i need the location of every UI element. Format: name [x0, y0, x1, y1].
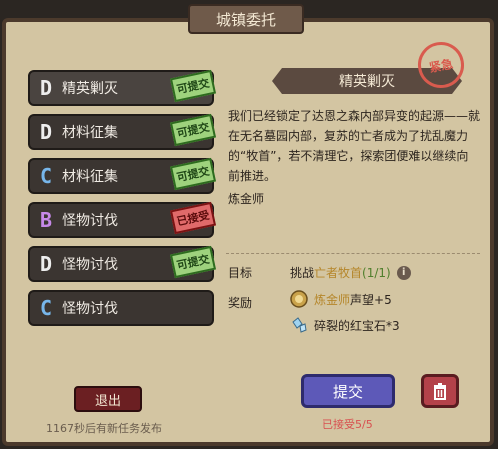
goal-target: 亡者牧首 [314, 266, 363, 280]
quest-rank: B [39, 208, 53, 232]
quest-stamp: 可提交 [169, 157, 217, 191]
ruby-shard-icon [292, 317, 307, 333]
reward-reputation-faction: 炼金师 [314, 292, 351, 307]
quest-name: 怪物讨伐 [62, 257, 118, 273]
reputation-medal-icon [290, 290, 308, 308]
reward-row: 碎裂的红宝石*3 [290, 316, 400, 334]
quest-item[interactable]: C 怪物讨伐 [28, 290, 214, 326]
quest-name: 怪物讨伐 [62, 301, 118, 317]
quest-item[interactable]: D 材料征集 可提交 [28, 113, 217, 150]
quest-stamp: 可提交 [169, 113, 217, 147]
quest-client: 炼金师 [228, 192, 265, 206]
quest-item[interactable]: B 怪物讨伐 已接受 [28, 201, 217, 238]
goal-label: 目标 [228, 266, 253, 280]
accepted-count: 已接受5/5 [322, 418, 373, 431]
reward-row: 炼金师 声望+5 [290, 290, 392, 308]
refresh-countdown: 1167秒后有新任务发布 [46, 422, 162, 435]
quest-stamp: 可提交 [169, 245, 217, 279]
reward-label: 奖励 [228, 296, 253, 310]
panel-title: 城镇委托 [188, 4, 304, 34]
quest-rank: D [39, 76, 53, 100]
goal-prefix: 挑战 [290, 266, 315, 280]
quest-rank: D [39, 120, 53, 144]
exit-button[interactable]: 退出 [74, 386, 142, 412]
quest-rank: D [39, 252, 53, 276]
trash-icon [434, 383, 446, 400]
quest-description: 我们已经锁定了达恩之森内部异变的起源——就在无名墓园内部，复苏的亡者成为了扰乱魔… [228, 109, 481, 183]
goal-row: 挑战 亡者牧首 (1/1) i [290, 264, 411, 281]
quest-name: 怪物讨伐 [62, 213, 118, 229]
quest-stamp: 可提交 [169, 69, 217, 103]
submit-button[interactable]: 提交 [301, 374, 395, 408]
quest-name: 材料征集 [62, 169, 118, 185]
goal-progress: (1/1) [362, 265, 391, 280]
quest-item[interactable]: D 精英剿灭 可提交 [28, 69, 217, 106]
divider [226, 253, 480, 254]
quest-stamp: 已接受 [169, 201, 217, 235]
quest-item[interactable]: D 怪物讨伐 可提交 [28, 245, 217, 282]
reward-reputation-amount: 声望+5 [350, 292, 392, 307]
quest-rank: C [39, 296, 53, 320]
quest-name: 材料征集 [62, 125, 118, 141]
reward-item: 碎裂的红宝石*3 [314, 318, 400, 333]
quest-name: 精英剿灭 [62, 81, 118, 97]
abandon-button[interactable] [421, 374, 459, 408]
quest-item[interactable]: C 材料征集 可提交 [28, 157, 217, 194]
quest-rank: C [39, 164, 53, 188]
info-icon[interactable]: i [396, 265, 411, 280]
